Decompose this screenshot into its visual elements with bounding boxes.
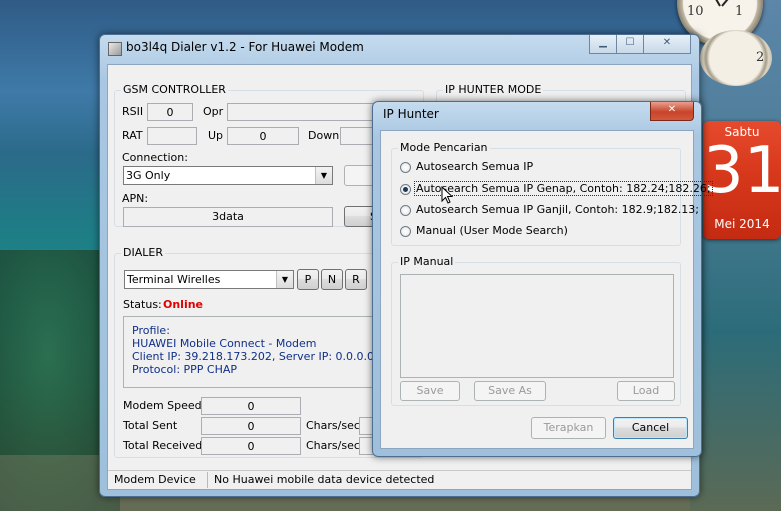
total-sent-value: 0 — [201, 417, 301, 435]
modem-speed-value: 0 — [201, 397, 301, 415]
total-received-value: 0 — [201, 437, 301, 455]
dial-n-button[interactable]: N — [321, 269, 343, 290]
status-message: No Huawei mobile data device detected — [214, 473, 435, 486]
cancel-button[interactable]: Cancel — [613, 417, 688, 439]
dialer-group-label: DIALER — [121, 246, 165, 259]
info-line: Profile: — [132, 324, 170, 337]
modem-speed-label: Modem Speed — [123, 399, 202, 412]
apn-label: APN: — [122, 192, 149, 205]
mode-option-label[interactable]: Autosearch Semua IP — [416, 160, 533, 173]
total-sent-label: Total Sent — [123, 419, 178, 432]
device-selected-value: Terminal Wirelles — [127, 273, 221, 286]
ip-hunter-client-area: Mode Pencarian Autosearch Semua IP Autos… — [380, 130, 713, 449]
operator-label: Opr — [203, 105, 224, 118]
mode-radio-odd[interactable] — [400, 205, 411, 216]
status-value: Online — [163, 298, 204, 311]
apply-button[interactable]: Terapkan — [531, 417, 606, 439]
mode-option-label[interactable]: Manual (User Mode Search) — [416, 224, 568, 237]
minimize-button[interactable]: ▁ — [589, 35, 617, 54]
status-label: Status: — [123, 298, 162, 311]
clock-numeral-1: 1 — [735, 4, 744, 19]
clock-hour-hand — [708, 0, 721, 7]
gsm-controller-label: GSM CONTROLLER — [121, 83, 228, 96]
apn-field[interactable]: 3data — [123, 207, 333, 227]
rat-label: RAT — [122, 129, 143, 142]
search-mode-group: Mode Pencarian Autosearch Semua IP Autos… — [391, 141, 713, 246]
connection-select[interactable]: 3G Only ▼ — [123, 166, 333, 185]
ip-hunter-dialog[interactable]: IP Hunter ✕ Mode Pencarian Autosearch Se… — [372, 101, 713, 457]
chars-sec-label: Chars/sec — [306, 439, 360, 452]
ip-manual-group: IP Manual Save Save As Load — [391, 255, 681, 406]
calendar-month-year: Mei 2014 — [714, 217, 770, 231]
clock-numeral-10: 10 — [687, 4, 704, 19]
dial-r-button[interactable]: R — [345, 269, 367, 290]
calendar-gadget[interactable]: Sabtu 31 Mei 2014 — [703, 121, 781, 239]
modem-device-label: Modem Device — [108, 472, 208, 488]
close-button[interactable]: ✕ — [643, 35, 691, 54]
info-line: Protocol: PPP CHAP — [132, 363, 238, 376]
dialog-close-button[interactable]: ✕ — [650, 102, 694, 121]
ip-hunter-title: IP Hunter — [383, 107, 439, 121]
app-icon — [108, 42, 122, 56]
up-value: 0 — [227, 127, 299, 145]
mode-radio-manual[interactable] — [400, 226, 411, 237]
ip-manual-list[interactable] — [400, 274, 674, 378]
save-button[interactable]: Save — [400, 381, 460, 401]
mouse-cursor-icon — [441, 186, 453, 204]
mode-option-label[interactable]: Autosearch Semua IP Genap, Contoh: 182.2… — [414, 181, 713, 196]
dial-p-button[interactable]: P — [297, 269, 319, 290]
search-mode-label: Mode Pencarian — [398, 141, 490, 154]
connection-selected-value: 3G Only — [126, 169, 171, 182]
dialer-window-title: bo3l4q Dialer v1.2 - For Huawei Modem — [126, 40, 364, 54]
ip-hunter-mode-label: IP HUNTER MODE — [443, 83, 544, 96]
chevron-down-icon: ▼ — [276, 271, 293, 288]
chevron-down-icon: ▼ — [315, 167, 332, 184]
calendar-day-number: 31 — [703, 134, 781, 208]
rssi-value: 0 — [147, 103, 193, 121]
info-line: Client IP: 39.218.173.202, Server IP: 0.… — [132, 350, 378, 363]
mode-radio-all[interactable] — [400, 162, 411, 173]
connection-label: Connection: — [122, 151, 188, 164]
info-line: HUAWEI Mobile Connect - Modem — [132, 337, 317, 350]
down-label: Down — [308, 129, 340, 142]
ip-manual-label: IP Manual — [398, 255, 456, 268]
clock-numeral-2: 2 — [756, 50, 765, 65]
rat-value — [147, 127, 197, 145]
maximize-button[interactable]: ☐ — [616, 35, 644, 54]
device-select[interactable]: Terminal Wirelles ▼ — [124, 270, 294, 289]
load-button[interactable]: Load — [617, 381, 675, 401]
up-label: Up — [208, 129, 224, 142]
rssi-label: RSII — [122, 105, 144, 118]
status-bar: Modem Device No Huawei mobile data devic… — [108, 470, 691, 489]
total-received-label: Total Received — [123, 439, 203, 452]
chars-sec-label: Chars/sec — [306, 419, 360, 432]
mode-radio-even[interactable] — [400, 184, 411, 195]
clock-gadget-face: 2 — [700, 30, 772, 86]
save-as-button[interactable]: Save As — [474, 381, 546, 401]
mode-option-label[interactable]: Autosearch Semua IP Ganjil, Contoh: 182.… — [416, 203, 699, 216]
